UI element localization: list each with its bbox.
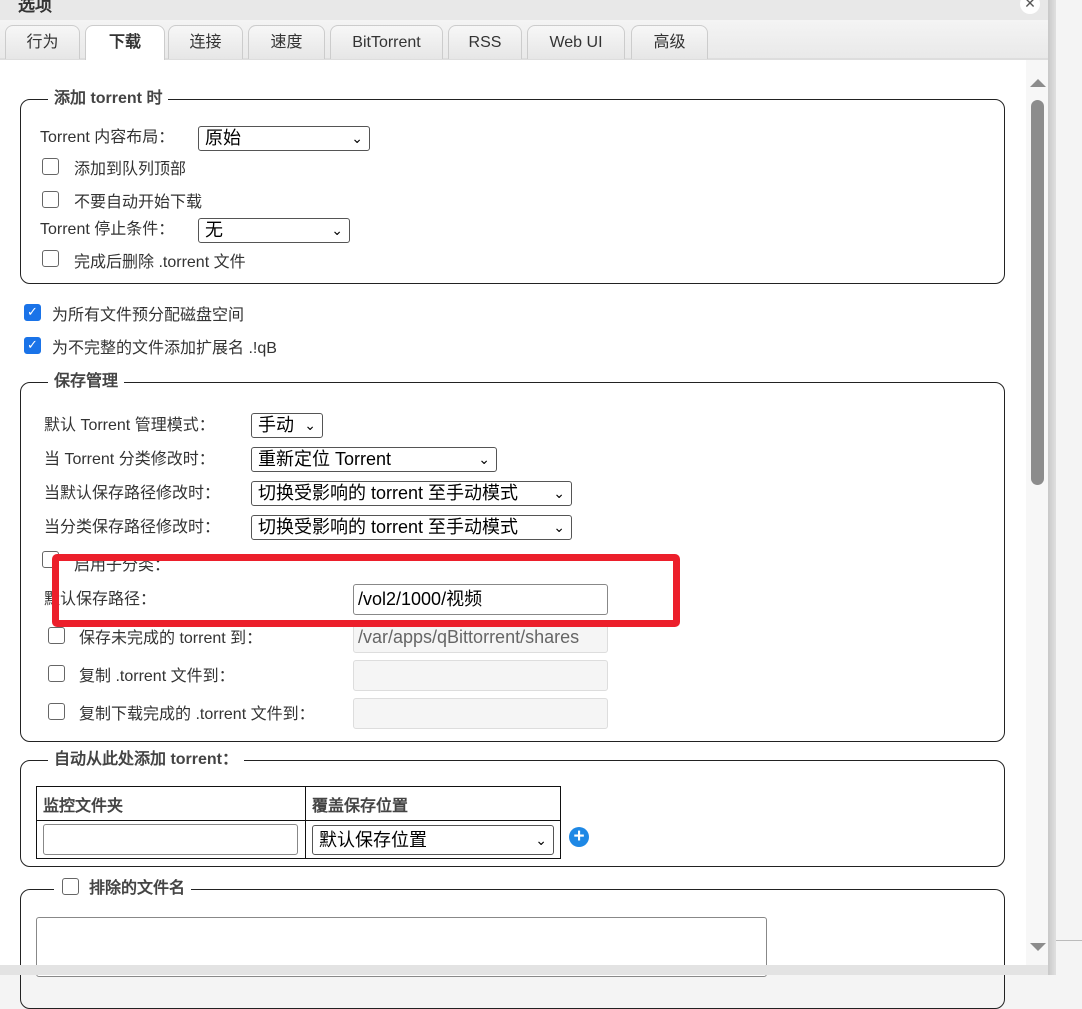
copy-torrent-checkbox[interactable] [48,665,65,682]
chevron-down-icon: ⌄ [535,831,547,848]
copy-finished-checkbox[interactable] [48,703,65,720]
dont-start-checkbox[interactable] [42,191,59,208]
tab-speed[interactable]: 速度 [248,25,325,59]
category-path-changed-select[interactable]: 切换受影响的 torrent 至手动模式 ⌄ [251,515,572,540]
excluded-files-label: 排除的文件名 [89,880,186,897]
excluded-files-legend: 排除的文件名 [54,878,192,899]
stop-condition-value: 无 [205,220,223,240]
mode-value: 手动 [258,415,294,435]
col-folder: 监控文件夹 [36,786,306,821]
preallocate-checkbox[interactable]: ✓ [24,304,41,321]
save-location-select[interactable]: 默认保存位置 ⌄ [312,824,554,855]
save-location-value: 默认保存位置 [319,829,427,850]
window-divider [1048,0,1056,975]
mode-select[interactable]: 手动 ⌄ [251,413,323,438]
append-ext-checkbox[interactable]: ✓ [24,337,41,354]
category-changed-select[interactable]: 重新定位 Torrent ⌄ [251,447,497,472]
tab-downloads[interactable]: 下载 [85,25,165,61]
copy-finished-input[interactable] [353,698,608,729]
watch-folder-input[interactable] [43,824,298,855]
add-to-top-label: 添加到队列顶部 [74,161,187,178]
watch-folder-table: 监控文件夹 覆盖保存位置 默认保存位置 ⌄ [36,786,561,859]
delete-torrent-label: 完成后删除 .torrent 文件 [74,254,246,271]
category-changed-value: 重新定位 Torrent [258,449,392,469]
stop-condition-label: Torrent 停止条件： [40,221,175,238]
content-layout-value: 原始 [205,128,241,148]
chevron-down-icon: ⌄ [553,485,565,501]
location-cell: 默认保存位置 ⌄ [305,820,561,859]
tab-connection[interactable]: 连接 [168,25,243,59]
scroll-down-icon[interactable] [1030,943,1046,951]
category-path-changed-value: 切换受影响的 torrent 至手动模式 [258,517,519,537]
copy-torrent-input[interactable] [353,660,608,691]
tab-behavior[interactable]: 行为 [5,25,80,59]
chevron-down-icon: ⌄ [553,519,565,535]
incomplete-checkbox[interactable] [48,627,65,644]
mode-label: 默认 Torrent 管理模式： [44,417,215,434]
background-line [1056,940,1082,941]
default-path-changed-label: 当默认保存路径修改时： [44,485,221,502]
chevron-down-icon: ⌄ [478,451,490,467]
stop-condition-select[interactable]: 无 ⌄ [198,218,350,243]
col-location: 覆盖保存位置 [305,786,561,821]
dialog-title: 选项 [18,0,52,15]
append-ext-label: 为不完整的文件添加扩展名 .!qB [52,340,277,357]
add-torrent-legend: 添加 torrent 时 [48,89,169,109]
chevron-down-icon: ⌄ [351,130,363,146]
category-path-changed-label: 当分类保存路径修改时： [44,519,221,536]
category-changed-label: 当 Torrent 分类修改时： [44,451,215,468]
add-watch-folder-icon[interactable]: + [569,827,589,847]
scroll-up-icon[interactable] [1030,79,1046,87]
watch-folder-legend: 自动从此处添加 torrent： [48,750,245,770]
tab-advanced[interactable]: 高级 [631,25,708,59]
tab-webui[interactable]: Web UI [527,25,625,59]
content-layout-select[interactable]: 原始 ⌄ [198,126,370,151]
scrollbar-thumb[interactable] [1031,100,1044,485]
highlight-annotation [52,554,680,627]
add-to-top-checkbox[interactable] [42,158,59,175]
tab-rss[interactable]: RSS [448,25,522,59]
save-management-legend: 保存管理 [48,372,125,392]
chevron-down-icon: ⌄ [331,222,343,238]
copy-finished-label: 复制下载完成的 .torrent 文件到： [79,706,315,723]
incomplete-label: 保存未完成的 torrent 到： [79,630,263,647]
excluded-files-checkbox[interactable] [62,878,79,895]
delete-torrent-checkbox[interactable] [42,250,59,267]
folder-cell [36,820,306,859]
dont-start-label: 不要自动开始下载 [74,194,203,211]
preallocate-label: 为所有文件预分配磁盘空间 [52,307,245,324]
tab-bar: 行为 下载 连接 速度 BitTorrent RSS Web UI 高级 [0,20,1048,61]
content-layout-label: Torrent 内容布局： [40,129,175,146]
default-path-changed-select[interactable]: 切换受影响的 torrent 至手动模式 ⌄ [251,481,572,506]
dialog-bottom-edge [0,965,1048,975]
tab-bittorrent[interactable]: BitTorrent [330,25,443,59]
default-path-changed-value: 切换受影响的 torrent 至手动模式 [258,483,519,503]
chevron-down-icon: ⌄ [304,417,316,433]
dialog-titlebar [0,0,1048,20]
copy-torrent-label: 复制 .torrent 文件到： [79,668,235,685]
